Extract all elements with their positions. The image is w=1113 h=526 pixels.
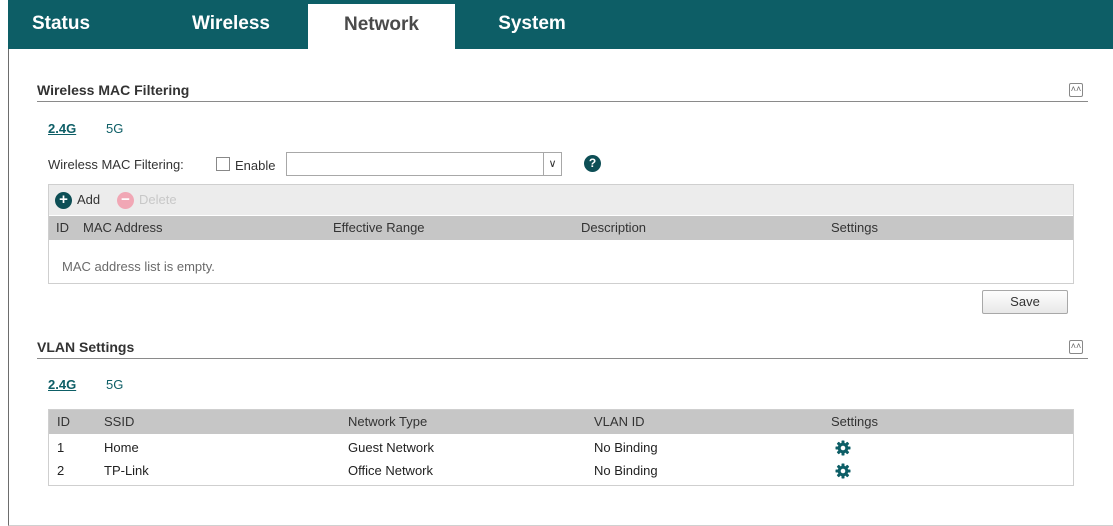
plus-circle-icon: +	[55, 192, 72, 210]
column-header-settings: Settings	[831, 220, 878, 235]
empty-list-message: MAC address list is empty.	[62, 259, 215, 274]
column-header-description: Description	[581, 220, 647, 235]
filter-mode-select[interactable]: ∨	[286, 152, 562, 176]
vlan-section-title: VLAN Settings	[37, 339, 135, 355]
row-vlan-id: No Binding	[594, 463, 658, 478]
question-icon[interactable]: ?	[584, 155, 601, 172]
collapse-vlan-button[interactable]: ˄˄	[1069, 340, 1083, 354]
minus-circle-icon: −	[117, 192, 134, 210]
enable-label: Enable	[235, 158, 276, 173]
row-vlan-id: No Binding	[594, 440, 658, 455]
collapse-mac-filtering-button[interactable]: ˄˄	[1069, 83, 1083, 97]
vlan-band-tab-5g[interactable]: 5G	[106, 377, 123, 392]
vlan-band-tab-2-4g[interactable]: 2.4G	[48, 377, 76, 392]
column-header-mac-address: MAC Address	[83, 220, 163, 235]
mac-filtering-section-title: Wireless MAC Filtering	[37, 82, 190, 98]
save-button[interactable]: Save	[982, 290, 1068, 314]
row-ssid: TP-Link	[104, 463, 149, 478]
mac-address-table: + Add − Delete ID MAC Address Effective Ra…	[48, 184, 1074, 284]
double-chevron-up-icon: ˄˄	[1070, 341, 1082, 351]
tab-wireless[interactable]: Wireless	[164, 0, 298, 49]
column-header-ssid: SSID	[104, 414, 135, 429]
tab-network[interactable]: Network	[308, 4, 455, 49]
column-header-effective-range: Effective Range	[333, 220, 425, 235]
row-ssid: Home	[104, 440, 139, 455]
table-row: 1 Home Guest Network No Binding	[49, 436, 1073, 460]
vlan-table-header: ID SSID Network Type VLAN ID Settings	[49, 410, 1073, 434]
tab-status[interactable]: Status	[8, 0, 114, 49]
column-header-network-type: Network Type	[348, 414, 428, 429]
gear-icon[interactable]	[835, 440, 851, 456]
double-chevron-up-icon: ˄˄	[1070, 84, 1082, 94]
tab-system[interactable]: System	[478, 0, 586, 49]
column-header-settings: Settings	[831, 414, 878, 429]
vlan-table: ID SSID Network Type VLAN ID Settings 1 …	[48, 409, 1074, 486]
mac-filtering-label: Wireless MAC Filtering:	[48, 157, 184, 172]
mac-table-header: ID MAC Address Effective Range Descripti…	[49, 216, 1073, 240]
column-header-id: ID	[57, 414, 70, 429]
row-network-type: Office Network	[348, 463, 434, 478]
enable-checkbox[interactable]	[216, 157, 230, 171]
column-header-vlan-id: VLAN ID	[594, 414, 645, 429]
column-header-id: ID	[56, 220, 69, 235]
mac-band-tab-2-4g[interactable]: 2.4G	[48, 121, 76, 136]
add-button[interactable]: + Add	[55, 192, 101, 210]
mac-band-tab-5g[interactable]: 5G	[106, 121, 123, 136]
table-row: 2 TP-Link Office Network No Binding	[49, 459, 1073, 483]
top-navigation: Status Wireless Network System	[8, 0, 1113, 49]
table-toolbar: + Add − Delete	[49, 185, 1073, 215]
row-network-type: Guest Network	[348, 440, 434, 455]
chevron-down-icon: ∨	[543, 153, 561, 175]
row-id: 2	[57, 463, 65, 478]
section-divider	[37, 358, 1088, 359]
gear-icon[interactable]	[835, 463, 851, 479]
delete-button[interactable]: − Delete	[117, 192, 177, 210]
delete-label: Delete	[139, 192, 177, 207]
row-id: 1	[57, 440, 65, 455]
section-divider	[37, 101, 1088, 102]
add-label: Add	[77, 192, 101, 207]
